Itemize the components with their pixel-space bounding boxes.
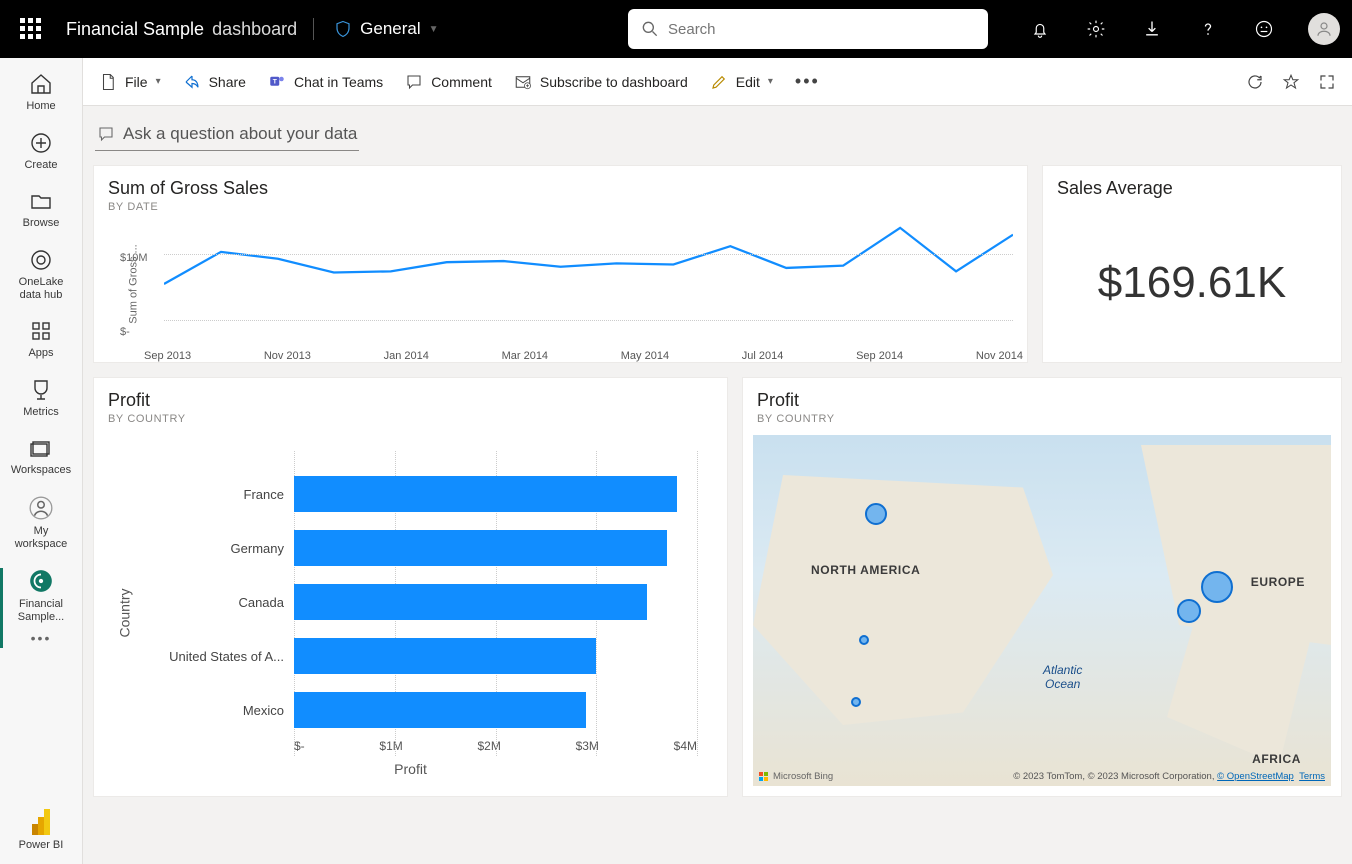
comment-button[interactable]: Comment — [405, 73, 492, 91]
dashboard-canvas: Ask a question about your data Sum of Gr… — [83, 106, 1352, 864]
qna-input[interactable]: Ask a question about your data — [95, 120, 359, 151]
sensitivity-label[interactable]: General ▼ — [334, 19, 438, 39]
tile-profit-bar[interactable]: ProfitBY COUNTRY Country FranceGermanyCa… — [93, 377, 728, 797]
app-header: Financial Sample dashboard General ▼ — [0, 0, 1352, 58]
search-container — [628, 9, 988, 49]
search-icon — [640, 19, 660, 39]
fullscreen-button[interactable] — [1318, 73, 1336, 91]
bubble-france[interactable] — [1177, 599, 1201, 623]
rail-powerbi[interactable]: Power BI — [0, 797, 82, 864]
map-viewport[interactable]: NORTH AMERICA EUROPE AFRICA Atlantic Oce… — [753, 435, 1331, 786]
more-menu[interactable]: ••• — [795, 71, 820, 92]
chat-teams-button[interactable]: TChat in Teams — [268, 73, 383, 91]
feedback-icon[interactable] — [1244, 9, 1284, 49]
rail-create[interactable]: Create — [0, 123, 82, 182]
settings-icon[interactable] — [1076, 9, 1116, 49]
breadcrumb: Financial Sample dashboard — [66, 19, 297, 40]
refresh-button[interactable] — [1246, 73, 1264, 91]
rail-current-workspace[interactable]: Financial Sample...••• — [0, 560, 82, 655]
rail-browse[interactable]: Browse — [0, 181, 82, 240]
bubble-usa[interactable] — [859, 635, 869, 645]
dashboard-toolbar: File▾ Share TChat in Teams Comment Subsc… — [83, 58, 1352, 106]
share-button[interactable]: Share — [183, 73, 246, 91]
rail-apps[interactable]: Apps — [0, 311, 82, 370]
terms-link[interactable]: Terms — [1299, 771, 1325, 782]
rail-metrics[interactable]: Metrics — [0, 370, 82, 429]
subscribe-button[interactable]: Subscribe to dashboard — [514, 73, 688, 91]
waffle-icon[interactable] — [20, 18, 42, 40]
bubble-mexico[interactable] — [851, 697, 861, 707]
download-icon[interactable] — [1132, 9, 1172, 49]
rail-my-workspace[interactable]: My workspace — [0, 487, 82, 560]
tile-profit-map[interactable]: ProfitBY COUNTRY NORTH AMERICA EUROPE AF… — [742, 377, 1342, 797]
workspace-name[interactable]: Financial Sample — [66, 19, 204, 40]
dashboard-name: dashboard — [212, 19, 297, 40]
file-menu[interactable]: File▾ — [99, 73, 161, 91]
rail-home[interactable]: Home — [0, 64, 82, 123]
help-icon[interactable] — [1188, 9, 1228, 49]
shield-icon — [334, 19, 352, 39]
rail-onelake[interactable]: OneLake data hub — [0, 240, 82, 311]
chevron-down-icon: ▼ — [429, 24, 439, 35]
favorite-button[interactable] — [1282, 73, 1300, 91]
tile-gross-sales-line[interactable]: Sum of Gross SalesBY DATE Sum of Gross .… — [93, 165, 1028, 363]
bubble-canada[interactable] — [865, 503, 887, 525]
edit-menu[interactable]: Edit▾ — [710, 73, 773, 91]
account-avatar[interactable] — [1308, 13, 1340, 45]
kpi-value: $169.61K — [1043, 203, 1341, 362]
tile-sales-average-kpi[interactable]: Sales Average $169.61K — [1042, 165, 1342, 363]
notifications-icon[interactable] — [1020, 9, 1060, 49]
left-nav-rail: Home Create Browse OneLake data hub Apps… — [0, 58, 83, 864]
search-input[interactable] — [628, 9, 988, 49]
chat-icon — [97, 125, 115, 143]
bubble-germany[interactable] — [1201, 571, 1233, 603]
osm-link[interactable]: © OpenStreetMap — [1217, 771, 1294, 782]
rail-workspaces[interactable]: Workspaces — [0, 428, 82, 487]
